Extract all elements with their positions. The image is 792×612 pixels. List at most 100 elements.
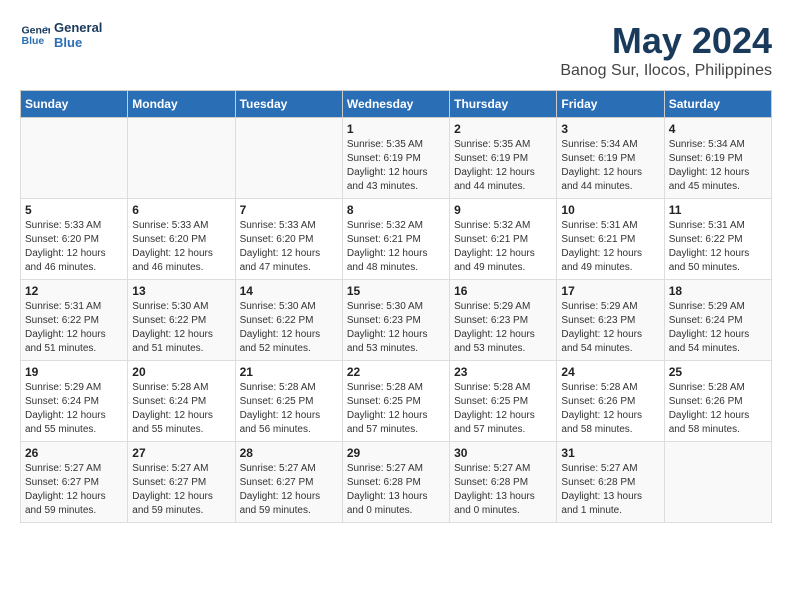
- day-info: Sunrise: 5:29 AM Sunset: 6:23 PM Dayligh…: [561, 300, 659, 356]
- calendar-week-5: 26 Sunrise: 5:27 AM Sunset: 6:27 PM Dayli…: [21, 442, 772, 523]
- weekday-header-monday: Monday: [128, 91, 235, 118]
- day-info: Sunrise: 5:28 AM Sunset: 6:26 PM Dayligh…: [561, 381, 659, 437]
- day-number: 17: [561, 284, 659, 298]
- calendar-week-3: 12 Sunrise: 5:31 AM Sunset: 6:22 PM Dayli…: [21, 280, 772, 361]
- day-info: Sunrise: 5:28 AM Sunset: 6:25 PM Dayligh…: [347, 381, 445, 437]
- weekday-header-friday: Friday: [557, 91, 664, 118]
- day-number: 25: [669, 365, 767, 379]
- calendar-cell: 21 Sunrise: 5:28 AM Sunset: 6:25 PM Dayli…: [235, 361, 342, 442]
- day-info: Sunrise: 5:31 AM Sunset: 6:22 PM Dayligh…: [25, 300, 123, 356]
- day-info: Sunrise: 5:33 AM Sunset: 6:20 PM Dayligh…: [25, 219, 123, 275]
- day-number: 3: [561, 122, 659, 136]
- calendar-cell: 15 Sunrise: 5:30 AM Sunset: 6:23 PM Dayli…: [342, 280, 449, 361]
- calendar-cell: 29Sunrise: 5:27 AM Sunset: 6:28 PM Dayli…: [342, 442, 449, 523]
- day-info: Sunrise: 5:33 AM Sunset: 6:20 PM Dayligh…: [132, 219, 230, 275]
- day-number: 9: [454, 203, 552, 217]
- day-number: 29: [347, 446, 445, 460]
- calendar-table: SundayMondayTuesdayWednesdayThursdayFrid…: [20, 90, 772, 523]
- calendar-cell: 13 Sunrise: 5:30 AM Sunset: 6:22 PM Dayli…: [128, 280, 235, 361]
- day-number: 12: [25, 284, 123, 298]
- calendar-cell: 8 Sunrise: 5:32 AM Sunset: 6:21 PM Daylig…: [342, 199, 449, 280]
- calendar-cell: 4 Sunrise: 5:34 AM Sunset: 6:19 PM Daylig…: [664, 118, 771, 199]
- day-number: 7: [240, 203, 338, 217]
- day-info: Sunrise: 5:27 AM Sunset: 6:28 PM Dayligh…: [454, 462, 552, 518]
- day-info: Sunrise: 5:35 AM Sunset: 6:19 PM Dayligh…: [454, 138, 552, 194]
- calendar-cell: 11 Sunrise: 5:31 AM Sunset: 6:22 PM Dayli…: [664, 199, 771, 280]
- calendar-cell: [235, 118, 342, 199]
- svg-text:Blue: Blue: [22, 35, 45, 47]
- calendar-cell: 3Sunrise: 5:34 AM Sunset: 6:19 PM Daylig…: [557, 118, 664, 199]
- day-number: 10: [561, 203, 659, 217]
- day-number: 11: [669, 203, 767, 217]
- day-info: Sunrise: 5:31 AM Sunset: 6:21 PM Dayligh…: [561, 219, 659, 275]
- weekday-header-sunday: Sunday: [21, 91, 128, 118]
- calendar-week-2: 5 Sunrise: 5:33 AM Sunset: 6:20 PM Daylig…: [21, 199, 772, 280]
- day-number: 20: [132, 365, 230, 379]
- calendar-cell: 30Sunrise: 5:27 AM Sunset: 6:28 PM Dayli…: [450, 442, 557, 523]
- day-info: Sunrise: 5:28 AM Sunset: 6:25 PM Dayligh…: [454, 381, 552, 437]
- calendar-cell: 1Sunrise: 5:35 AM Sunset: 6:19 PM Daylig…: [342, 118, 449, 199]
- day-info: Sunrise: 5:31 AM Sunset: 6:22 PM Dayligh…: [669, 219, 767, 275]
- calendar-week-1: 1 Sunrise: 5:35 AM Sunset: 6:19 PM Daylig…: [21, 118, 772, 199]
- weekday-header-thursday: Thursday: [450, 91, 557, 118]
- calendar-cell: 12 Sunrise: 5:31 AM Sunset: 6:22 PM Dayli…: [21, 280, 128, 361]
- day-number: 22: [347, 365, 445, 379]
- day-info: Sunrise: 5:34 AM Sunset: 6:19 PM Dayligh…: [669, 138, 767, 194]
- day-info: Sunrise: 5:27 AM Sunset: 6:27 PM Dayligh…: [240, 462, 338, 518]
- weekday-header-saturday: Saturday: [664, 91, 771, 118]
- day-info: Sunrise: 5:30 AM Sunset: 6:22 PM Dayligh…: [132, 300, 230, 356]
- day-number: 8: [347, 203, 445, 217]
- calendar-header: SundayMondayTuesdayWednesdayThursdayFrid…: [21, 91, 772, 118]
- day-number: 19: [25, 365, 123, 379]
- calendar-cell: 19 Sunrise: 5:29 AM Sunset: 6:24 PM Dayli…: [21, 361, 128, 442]
- day-info: Sunrise: 5:30 AM Sunset: 6:23 PM Dayligh…: [347, 300, 445, 356]
- calendar-cell: 14 Sunrise: 5:30 AM Sunset: 6:22 PM Dayli…: [235, 280, 342, 361]
- day-number: 28: [240, 446, 338, 460]
- day-info: Sunrise: 5:32 AM Sunset: 6:21 PM Dayligh…: [454, 219, 552, 275]
- day-info: Sunrise: 5:29 AM Sunset: 6:24 PM Dayligh…: [669, 300, 767, 356]
- day-number: 15: [347, 284, 445, 298]
- day-number: 21: [240, 365, 338, 379]
- day-number: 14: [240, 284, 338, 298]
- subtitle: Banog Sur, Ilocos, Philippines: [560, 62, 772, 80]
- calendar-cell: 20 Sunrise: 5:28 AM Sunset: 6:24 PM Dayli…: [128, 361, 235, 442]
- logo-line1: General: [54, 20, 102, 35]
- weekday-header-row: SundayMondayTuesdayWednesdayThursdayFrid…: [21, 91, 772, 118]
- calendar-cell: 17 Sunrise: 5:29 AM Sunset: 6:23 PM Dayli…: [557, 280, 664, 361]
- calendar-cell: 16Sunrise: 5:29 AM Sunset: 6:23 PM Dayli…: [450, 280, 557, 361]
- calendar-week-4: 19 Sunrise: 5:29 AM Sunset: 6:24 PM Dayli…: [21, 361, 772, 442]
- calendar-cell: [664, 442, 771, 523]
- calendar-cell: 28 Sunrise: 5:27 AM Sunset: 6:27 PM Dayli…: [235, 442, 342, 523]
- day-number: 4: [669, 122, 767, 136]
- day-number: 2: [454, 122, 552, 136]
- calendar-cell: 26Sunrise: 5:27 AM Sunset: 6:27 PM Dayli…: [21, 442, 128, 523]
- day-info: Sunrise: 5:32 AM Sunset: 6:21 PM Dayligh…: [347, 219, 445, 275]
- day-number: 1: [347, 122, 445, 136]
- day-number: 6: [132, 203, 230, 217]
- day-info: Sunrise: 5:27 AM Sunset: 6:27 PM Dayligh…: [132, 462, 230, 518]
- day-info: Sunrise: 5:30 AM Sunset: 6:22 PM Dayligh…: [240, 300, 338, 356]
- day-number: 13: [132, 284, 230, 298]
- day-info: Sunrise: 5:28 AM Sunset: 6:24 PM Dayligh…: [132, 381, 230, 437]
- day-info: Sunrise: 5:28 AM Sunset: 6:25 PM Dayligh…: [240, 381, 338, 437]
- day-number: 23: [454, 365, 552, 379]
- weekday-header-tuesday: Tuesday: [235, 91, 342, 118]
- day-info: Sunrise: 5:33 AM Sunset: 6:20 PM Dayligh…: [240, 219, 338, 275]
- day-number: 26: [25, 446, 123, 460]
- calendar-cell: 18 Sunrise: 5:29 AM Sunset: 6:24 PM Dayli…: [664, 280, 771, 361]
- day-info: Sunrise: 5:28 AM Sunset: 6:26 PM Dayligh…: [669, 381, 767, 437]
- day-info: Sunrise: 5:29 AM Sunset: 6:24 PM Dayligh…: [25, 381, 123, 437]
- calendar-cell: 9 Sunrise: 5:32 AM Sunset: 6:21 PM Daylig…: [450, 199, 557, 280]
- logo: General Blue General Blue: [20, 20, 102, 50]
- day-number: 31: [561, 446, 659, 460]
- day-number: 5: [25, 203, 123, 217]
- main-title: May 2024: [560, 20, 772, 62]
- calendar-cell: 5 Sunrise: 5:33 AM Sunset: 6:20 PM Daylig…: [21, 199, 128, 280]
- calendar-cell: 10 Sunrise: 5:31 AM Sunset: 6:21 PM Dayli…: [557, 199, 664, 280]
- page-header: General Blue General Blue May 2024 Banog…: [20, 20, 772, 80]
- day-number: 18: [669, 284, 767, 298]
- calendar-cell: 6 Sunrise: 5:33 AM Sunset: 6:20 PM Daylig…: [128, 199, 235, 280]
- calendar-cell: 24Sunrise: 5:28 AM Sunset: 6:26 PM Dayli…: [557, 361, 664, 442]
- weekday-header-wednesday: Wednesday: [342, 91, 449, 118]
- calendar-cell: 25 Sunrise: 5:28 AM Sunset: 6:26 PM Dayli…: [664, 361, 771, 442]
